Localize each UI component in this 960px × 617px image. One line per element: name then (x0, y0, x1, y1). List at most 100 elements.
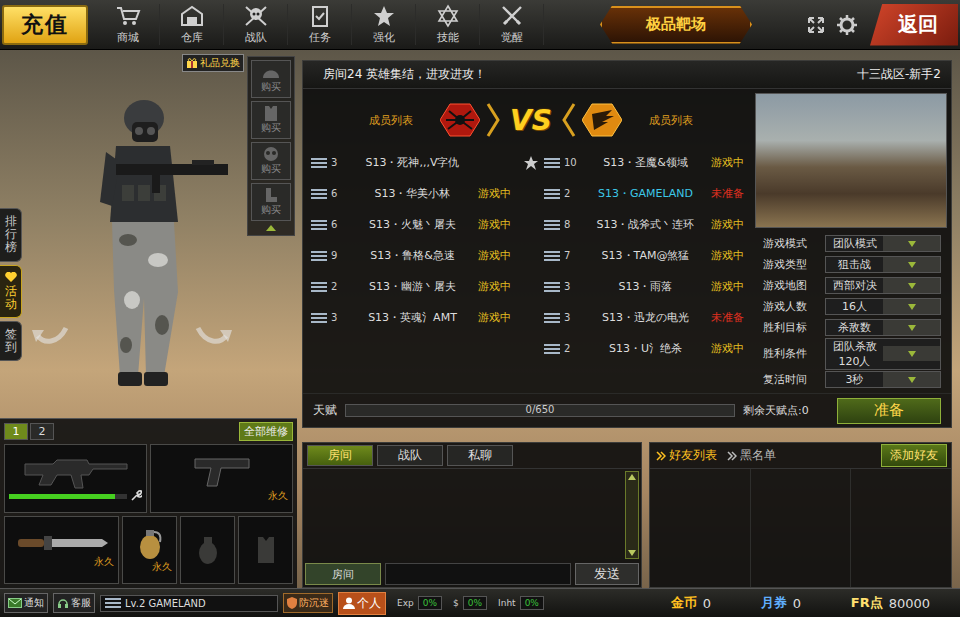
weapon-tab[interactable]: 2 (30, 423, 54, 440)
ready-button[interactable]: 准备 (837, 398, 941, 424)
star-icon (371, 4, 397, 28)
equipment-slot[interactable]: 购买 (251, 142, 291, 180)
pistol-icon (187, 453, 257, 489)
chat-panel: 房间战队私聊房间发送 (302, 442, 642, 588)
weapon-slot[interactable] (238, 516, 293, 585)
weapon-slot[interactable]: 永久 (122, 516, 177, 585)
chat-tab[interactable]: 战队 (377, 445, 443, 466)
nav-item[interactable]: 战队 (224, 4, 288, 45)
anti-addiction-button[interactable]: 防沉迷 (283, 593, 333, 613)
nav-label: 强化 (373, 30, 395, 45)
weapon-slot[interactable]: 永久 (4, 516, 119, 585)
weapon-slot[interactable] (4, 444, 147, 513)
gear-icon[interactable] (836, 14, 858, 36)
stat-item: Inht0% (498, 596, 544, 610)
clipboard-icon (307, 4, 333, 28)
nav-item[interactable]: 强化 (352, 4, 416, 45)
chat-scrollbar[interactable] (625, 471, 639, 559)
team-member[interactable]: 7S13・TAM@煞猛游戏中 (540, 248, 755, 263)
team-label: 成员列表 (348, 113, 434, 128)
team-member[interactable]: 2S13・幽游丶屠夫游戏中 (307, 279, 522, 294)
equipment-slots: 购买购买购买购买 (247, 56, 295, 236)
nav-label: 仓库 (181, 30, 203, 45)
team-member[interactable]: 6S13・华美小林游戏中 (307, 186, 522, 201)
setting-row: 游戏模式团队模式 (755, 234, 947, 253)
chat-input[interactable] (385, 563, 571, 585)
setting-dropdown[interactable]: 西部对决 (825, 277, 941, 294)
team-member[interactable]: 3S13・迅龙の电光未准备 (540, 310, 755, 325)
gift-icon (186, 57, 198, 69)
team-member[interactable]: 8S13・战斧式丶连环游戏中 (540, 217, 755, 232)
service-button[interactable]: 客服 (53, 593, 95, 613)
send-button[interactable]: 发送 (575, 563, 639, 585)
scroll-up-icon (628, 474, 636, 480)
rifle-icon (21, 454, 131, 490)
logo: 极品靶场 (600, 6, 752, 44)
nav-item[interactable]: 觉醒 (480, 4, 544, 45)
back-button[interactable]: 返回 (870, 4, 958, 46)
setting-dropdown[interactable]: 团队模式 (825, 235, 941, 252)
stat-item: $0% (453, 596, 487, 610)
rank-insignia-icon (544, 189, 560, 199)
side-tab[interactable]: 活动 (0, 265, 22, 318)
chat-tab[interactable]: 房间 (307, 445, 373, 466)
repair-all-button[interactable]: 全部维修 (239, 422, 293, 441)
team-member[interactable]: 10S13・圣魔&领域游戏中 (540, 155, 755, 170)
nav-label: 技能 (437, 30, 459, 45)
expand-icon (806, 15, 826, 35)
right-column: 房间24 英雄集结，进攻进攻！十三战区-新手2成员列表VS成员列表3S13・死神… (297, 50, 960, 588)
nav-item[interactable]: 商城 (96, 4, 160, 45)
add-friend-button[interactable]: 添加好友 (881, 444, 947, 467)
setting-dropdown[interactable]: 狙击战 (825, 256, 941, 273)
side-tab[interactable]: 排行榜 (0, 208, 22, 262)
weapon-slot[interactable] (180, 516, 235, 585)
team-member[interactable]: 2S13・GAMELAND未准备 (540, 186, 755, 201)
equipment-slot[interactable]: 购买 (251, 101, 291, 139)
setting-dropdown[interactable]: 16人 (825, 298, 941, 315)
recharge-button[interactable]: 充值 (2, 5, 88, 45)
rank-insignia-icon (311, 251, 327, 261)
stat-item: Exp0% (397, 596, 442, 610)
weapon-tab[interactable]: 1 (4, 423, 28, 440)
rank-insignia-icon (311, 220, 327, 230)
team-member[interactable]: 3S13・雨落游戏中 (540, 279, 755, 294)
equipment-slot[interactable]: 购买 (251, 60, 291, 98)
rotate-left-icon[interactable] (30, 320, 70, 350)
nav-item[interactable]: 仓库 (160, 4, 224, 45)
nav-item[interactable]: 技能 (416, 4, 480, 45)
member-row: 3S13・英魂氵AMT游戏中 3S13・迅龙の电光未准备 (307, 302, 755, 333)
team-member[interactable]: 2S13・U氵绝杀游戏中 (540, 341, 755, 356)
room-settings: 游戏模式团队模式游戏类型狙击战游戏地图西部对决游戏人数16人胜利目标杀敌数胜利条… (755, 93, 947, 389)
setting-dropdown[interactable]: 团队杀敌120人 (825, 338, 941, 370)
team-member[interactable]: 6S13・火魅丶屠夫游戏中 (307, 217, 522, 232)
team-member[interactable]: 3S13・死神,,,V字仇 (307, 155, 522, 170)
side-tab[interactable]: 签到 (0, 321, 22, 361)
host-star-icon (523, 155, 539, 171)
personal-button[interactable]: 个人 (338, 592, 386, 615)
gift-exchange-button[interactable]: 礼品兑换 (182, 54, 244, 72)
vs-label: VS (506, 104, 556, 137)
chevron-right-icon (486, 102, 500, 138)
team-member[interactable]: 3S13・英魂氵AMT游戏中 (307, 310, 522, 325)
dropdown-arrow-icon (883, 346, 940, 361)
double-chevron-icon (727, 451, 737, 461)
friends-tab[interactable]: 好友列表 (656, 447, 717, 464)
friends-tab[interactable]: 黑名单 (727, 447, 776, 464)
dropdown-arrow-icon (883, 278, 940, 293)
notice-button[interactable]: 通知 (4, 593, 48, 613)
side-tabs: 排行榜活动签到 (0, 50, 22, 418)
equipment-slot[interactable]: 购买 (251, 183, 291, 221)
dropdown-arrow-icon (883, 372, 940, 387)
rotate-right-icon[interactable] (194, 320, 234, 350)
mail-icon (8, 598, 22, 608)
team-member[interactable]: 9S13・鲁格&急速游戏中 (307, 248, 522, 263)
soldier-figure (82, 90, 232, 390)
setting-dropdown[interactable]: 杀敌数 (825, 319, 941, 336)
setting-dropdown[interactable]: 3秒 (825, 371, 941, 388)
nav-item[interactable]: 任务 (288, 4, 352, 45)
chat-tab[interactable]: 私聊 (447, 445, 513, 466)
team-lists: 成员列表VS成员列表3S13・死神,,,V字仇10S13・圣魔&领域游戏中6S1… (307, 93, 755, 389)
weapon-slot[interactable]: 永久 (150, 444, 293, 513)
wings-emblem-icon (582, 102, 622, 138)
chat-channel[interactable]: 房间 (305, 563, 381, 585)
